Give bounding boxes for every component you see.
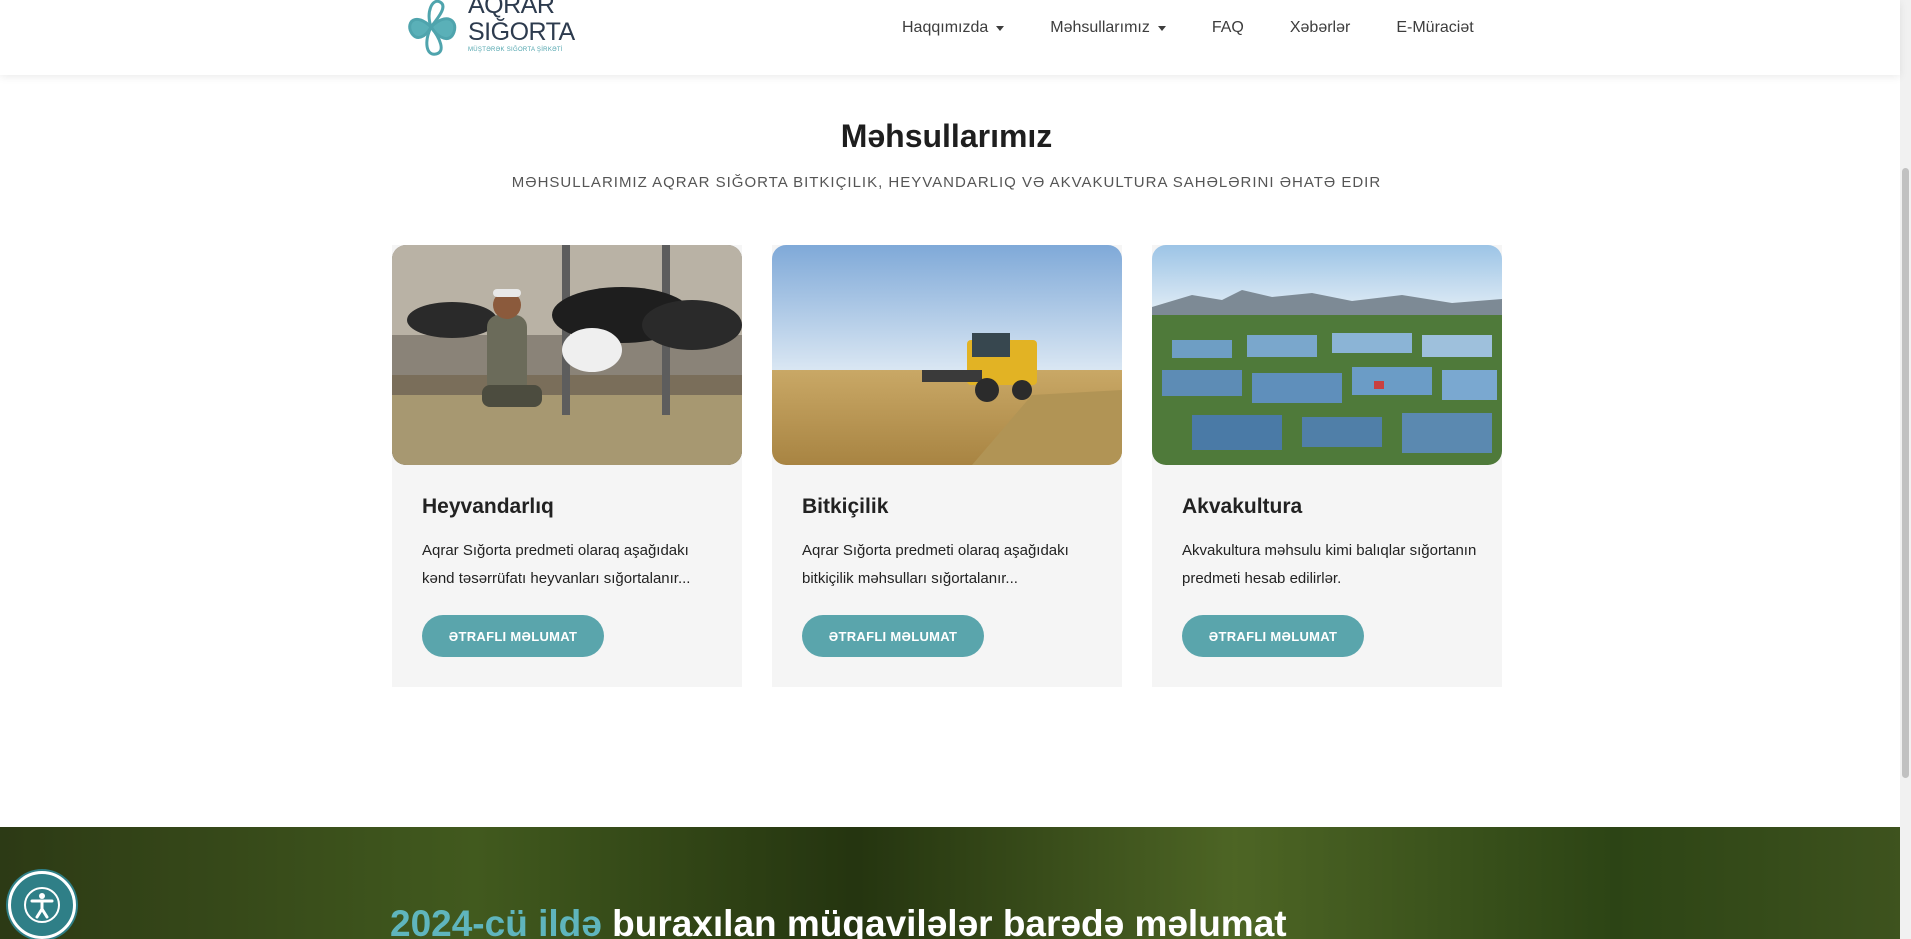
more-info-button[interactable]: ƏTRAFLI MƏLUMAT [422, 615, 604, 657]
more-info-button[interactable]: ƏTRAFLI MƏLUMAT [802, 615, 984, 657]
banner-title: 2024-cü ildə buraxılan müqavilələr barəd… [390, 903, 1287, 939]
product-card-aquaculture: Akvakultura Akvakultura məhsulu kimi bal… [1152, 245, 1502, 687]
card-description: Aqrar Sığorta predmeti olaraq aşağıdakı … [422, 542, 691, 587]
main-nav: Haqqımızda Məhsullarımız FAQ Xəbərlər E-… [879, 18, 1497, 38]
scrollbar-thumb[interactable] [1902, 168, 1909, 778]
flower-logo-icon [408, 0, 457, 56]
logo-text: AQRAR SIĞORTA [468, 0, 575, 46]
crops-image [772, 245, 1122, 465]
contracts-banner: 2024-cü ildə buraxılan müqavilələr barəd… [0, 827, 1900, 939]
nav-item-e-application[interactable]: E-Müraciət [1373, 18, 1496, 38]
section-subtitle: MƏHSULLARIMIZ AQRAR SIĞORTA BITKIÇILIK, … [511, 174, 1382, 191]
nav-item-about[interactable]: Haqqımızda [879, 18, 1027, 38]
aquaculture-image [1152, 245, 1502, 465]
nav-item-news[interactable]: Xəbərlər [1267, 18, 1373, 38]
caret-down-icon [996, 25, 1005, 31]
section-title: Məhsullarımız [840, 118, 1053, 154]
card-title: Heyvandarlıq [422, 495, 554, 518]
card-title: Bitkiçilik [802, 495, 889, 518]
site-header: AQRAR SIĞORTA MÜŞTƏRƏK SIĞORTA ŞİRKƏTİ H… [0, 0, 1900, 75]
logo[interactable]: AQRAR SIĞORTA MÜŞTƏRƏK SIĞORTA ŞİRKƏTİ [396, 0, 575, 67]
card-description: Aqrar Sığorta predmeti olaraq aşağıdakı … [802, 542, 1069, 587]
product-card-crops: Bitkiçilik Aqrar Sığorta predmeti olaraq… [772, 245, 1122, 687]
livestock-image [392, 245, 742, 465]
accessibility-icon [24, 887, 60, 923]
card-title: Akvakultura [1182, 495, 1303, 518]
nav-item-products[interactable]: Məhsullarımız [1027, 18, 1189, 38]
product-card-livestock: Heyvandarlıq Aqrar Sığorta predmeti olar… [392, 245, 742, 687]
card-description: Akvakultura məhsulu kimi balıqlar sığort… [1182, 542, 1477, 587]
logo-subtitle: MÜŞTƏRƏK SIĞORTA ŞİRKƏTİ [468, 47, 563, 53]
more-info-button[interactable]: ƏTRAFLI MƏLUMAT [1182, 615, 1364, 657]
vertical-scrollbar[interactable] [1900, 0, 1911, 939]
nav-item-faq[interactable]: FAQ [1189, 18, 1267, 38]
caret-down-icon [1157, 25, 1166, 31]
accessibility-button[interactable] [8, 871, 76, 939]
